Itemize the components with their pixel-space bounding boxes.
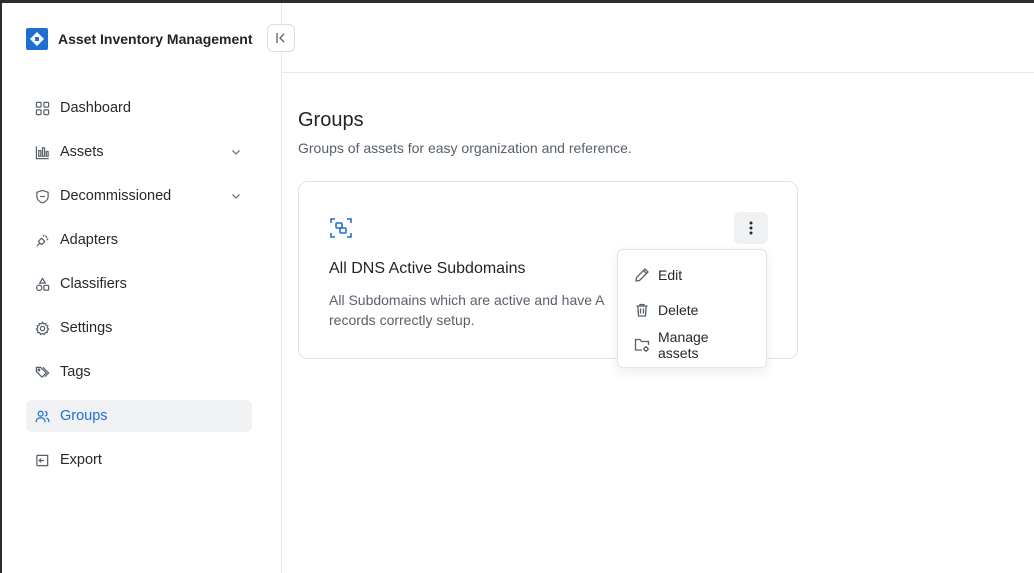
top-bar bbox=[282, 3, 1034, 73]
pencil-icon bbox=[634, 267, 650, 283]
sidebar-item-tags[interactable]: Tags bbox=[26, 356, 252, 388]
context-menu: Edit Delete Manage assets bbox=[617, 249, 767, 368]
tags-icon bbox=[34, 364, 50, 380]
page-subtitle: Groups of assets for easy organization a… bbox=[298, 140, 632, 156]
sidebar-item-label: Groups bbox=[60, 408, 108, 424]
grid-icon bbox=[34, 100, 50, 116]
sidebar: Asset Inventory Management Dashboard Ass… bbox=[2, 3, 282, 573]
sidebar-item-assets[interactable]: Assets bbox=[26, 136, 252, 168]
sidebar-item-label: Adapters bbox=[60, 232, 119, 248]
menu-item-label: Edit bbox=[658, 266, 683, 283]
sidebar-item-label: Classifiers bbox=[60, 276, 127, 292]
collapse-icon bbox=[276, 33, 285, 43]
sidebar-nav: Dashboard Assets Decommissioned Adapters… bbox=[26, 92, 252, 488]
sidebar-item-label: Decommissioned bbox=[60, 188, 172, 204]
folder-settings-icon bbox=[634, 337, 650, 353]
sidebar-item-export[interactable]: Export bbox=[26, 444, 252, 476]
group-title: All DNS Active Subdomains bbox=[329, 260, 526, 277]
shield-icon bbox=[34, 188, 50, 204]
sidebar-item-adapters[interactable]: Adapters bbox=[26, 224, 252, 256]
group-icon bbox=[330, 218, 352, 238]
sidebar-item-groups[interactable]: Groups bbox=[26, 400, 252, 432]
menu-item-delete[interactable]: Delete bbox=[618, 292, 766, 327]
more-options-button[interactable] bbox=[734, 212, 768, 244]
sidebar-item-settings[interactable]: Settings bbox=[26, 312, 252, 344]
menu-item-manage-assets[interactable]: Manage assets bbox=[618, 327, 766, 362]
collapse-sidebar-button[interactable] bbox=[267, 24, 295, 52]
logo-icon bbox=[26, 28, 48, 50]
brand: Asset Inventory Management bbox=[26, 27, 253, 51]
sidebar-item-dashboard[interactable]: Dashboard bbox=[26, 92, 252, 124]
shapes-icon bbox=[34, 276, 50, 292]
export-icon bbox=[34, 452, 50, 468]
trash-icon bbox=[634, 302, 650, 318]
gear-icon bbox=[34, 320, 50, 336]
users-icon bbox=[34, 408, 50, 424]
sidebar-item-decommissioned[interactable]: Decommissioned bbox=[26, 180, 252, 212]
chevron-down-icon[interactable] bbox=[228, 144, 244, 160]
page-title: Groups bbox=[298, 109, 364, 131]
main-content: Groups Groups of assets for easy organiz… bbox=[298, 109, 632, 156]
chart-icon bbox=[34, 144, 50, 160]
sidebar-item-label: Settings bbox=[60, 320, 113, 336]
menu-item-edit[interactable]: Edit bbox=[618, 257, 766, 292]
sidebar-item-label: Dashboard bbox=[60, 100, 131, 116]
chevron-down-icon[interactable] bbox=[228, 188, 244, 204]
sidebar-item-classifiers[interactable]: Classifiers bbox=[26, 268, 252, 300]
menu-item-label: Manage assets bbox=[658, 328, 709, 361]
sidebar-item-label: Assets bbox=[60, 144, 104, 160]
sidebar-item-label: Export bbox=[60, 452, 102, 468]
group-description: All Subdomains which are active and have… bbox=[329, 292, 604, 328]
more-vertical-icon bbox=[749, 221, 753, 235]
app-window: Asset Inventory Management Dashboard Ass… bbox=[2, 3, 1034, 573]
sidebar-item-label: Tags bbox=[60, 364, 91, 380]
plug-icon bbox=[34, 232, 50, 248]
app-title: Asset Inventory Management bbox=[58, 31, 253, 47]
menu-item-label: Delete bbox=[658, 301, 699, 318]
